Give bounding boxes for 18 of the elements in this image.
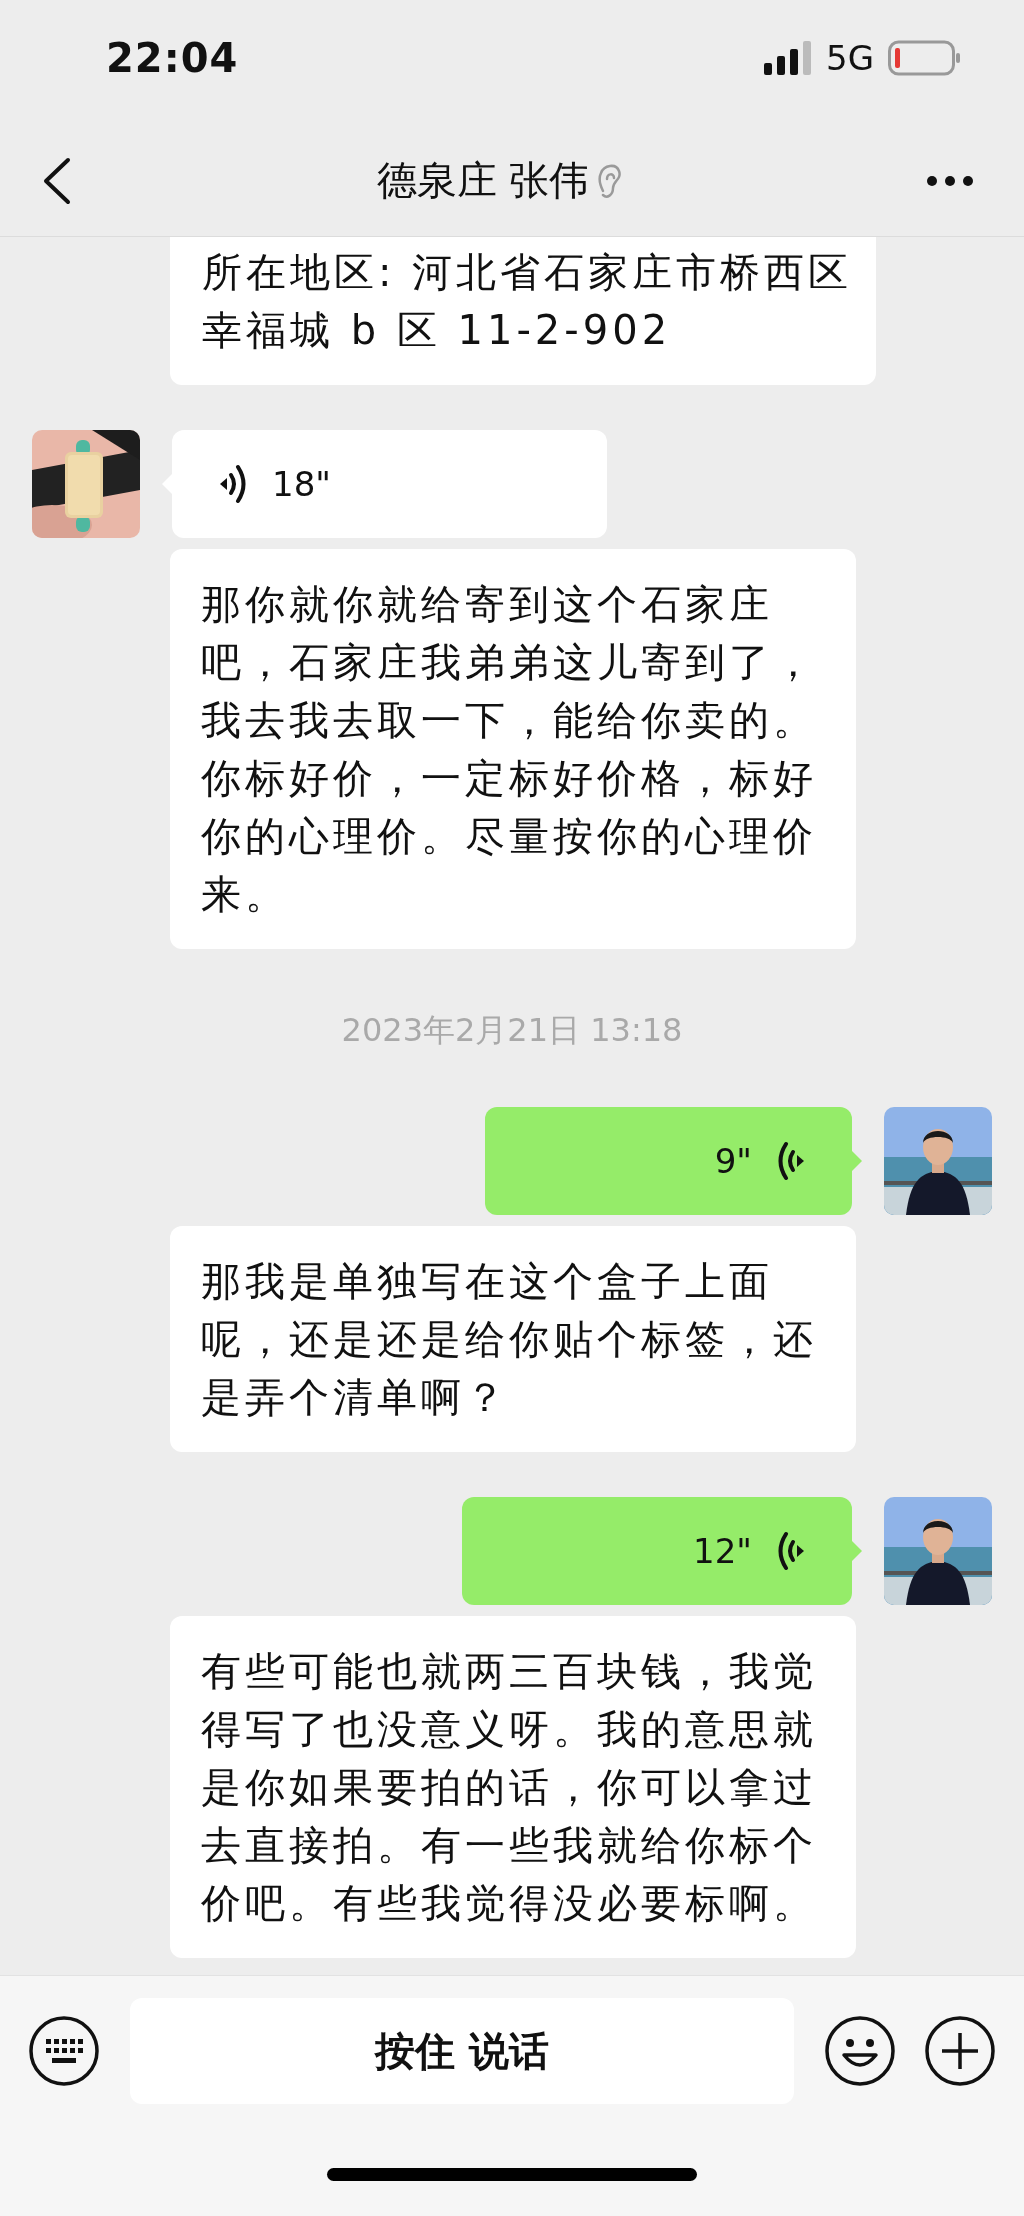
plus-icon[interactable]: [924, 2015, 996, 2087]
status-time: 22:04: [106, 34, 239, 81]
timestamp: 2023年2月21日 13:18: [341, 1010, 683, 1051]
keyboard-icon[interactable]: [28, 2015, 100, 2087]
voice-message[interactable]: 9": [484, 1107, 852, 1215]
signal-icon: [764, 40, 812, 75]
voice-transcript: 那你就你就给寄到这个石家庄吧，石家庄我弟弟这儿寄到了，我去我去取一下，能给你卖的。你标好价，一定标好价格，标好你的心理价。尽量按你的心理价来。: [170, 549, 856, 949]
message-bubble: 所在地区: 河北省石家庄市桥西区幸福城 b 区 11-2-902: [170, 237, 876, 385]
chat-title: 德泉庄 张伟: [376, 156, 590, 205]
voice-transcript: 那我是单独写在这个盒子上面呢，还是还是给你贴个标签，还是弄个清单啊？: [170, 1226, 856, 1452]
network-label: 5G: [826, 37, 874, 78]
battery-icon: [888, 39, 960, 76]
voice-message[interactable]: 18": [172, 430, 607, 538]
hold-to-talk-button[interactable]: 按住 说话: [130, 1998, 794, 2104]
voice-transcript: 有些可能也就两三百块钱，我觉得写了也没意义呀。我的意思就是你如果要拍的话，你可以拿过去直接拍。有一些我就给你标个价吧。有些我觉得没必要标啊。: [170, 1616, 856, 1958]
emoji-icon[interactable]: [824, 2015, 896, 2087]
voice-message[interactable]: 12": [462, 1497, 852, 1605]
more-icon[interactable]: [926, 174, 974, 187]
